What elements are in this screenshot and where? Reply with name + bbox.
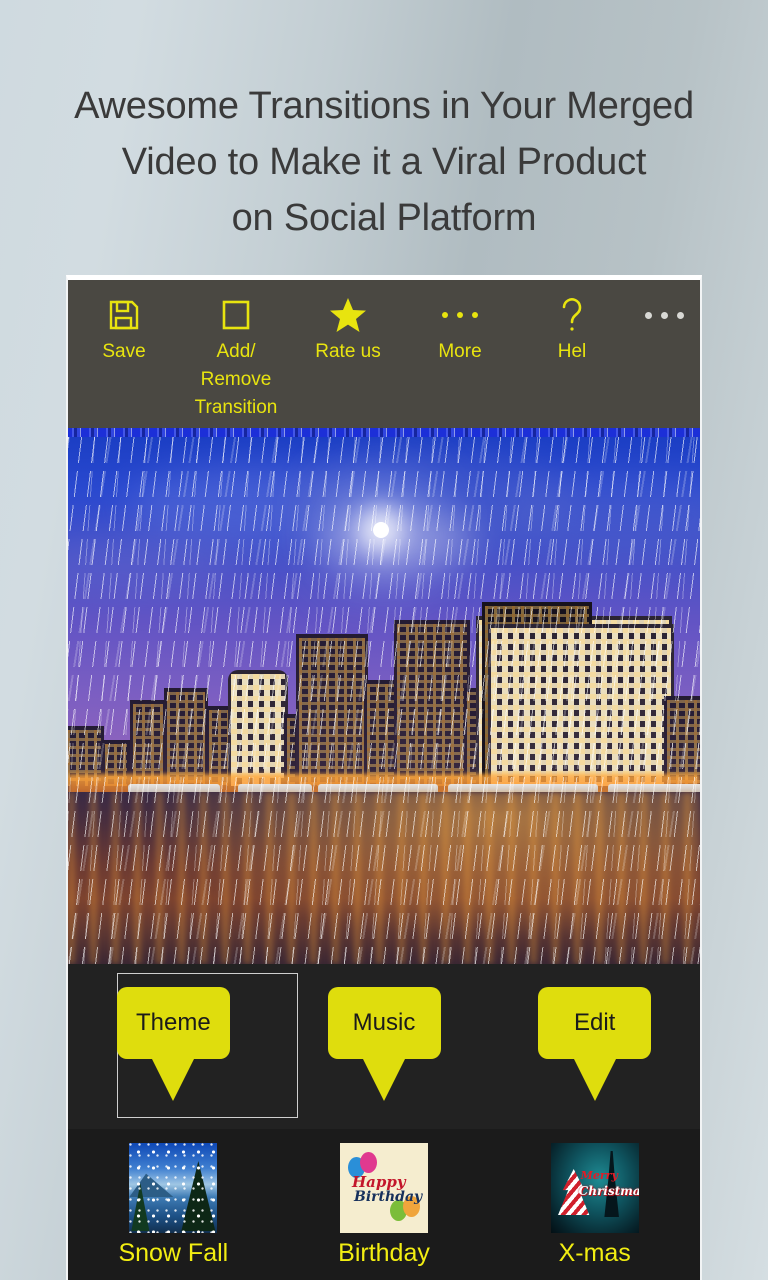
pin-tail-icon <box>572 1057 617 1101</box>
theme-list: Snow Fall Happy Birthday Birthday Merry … <box>68 1129 700 1280</box>
birthday-thumbnail: Happy Birthday <box>340 1143 428 1233</box>
action-label-edit: Edit <box>538 987 652 1059</box>
theme-label-birthday: Birthday <box>338 1239 430 1267</box>
page-title-line-1: Awesome Transitions in Your Merged <box>74 85 694 127</box>
toolbar-label-rate-us: Rate us <box>315 341 381 362</box>
toolbar-item-save[interactable]: Save <box>68 294 180 366</box>
water-reflections <box>68 792 700 964</box>
theme-item-xmas[interactable]: Merry Christmas! X-mas <box>489 1143 700 1280</box>
video-preview[interactable] <box>68 437 700 964</box>
three-dots-icon <box>442 294 478 336</box>
action-label-music: Music <box>327 987 441 1059</box>
snowflakes-overlay <box>129 1143 218 1233</box>
xmas-text-line-2: Christmas! <box>578 1184 639 1198</box>
pin-tail-icon <box>362 1057 406 1101</box>
cloud-shape <box>318 509 478 571</box>
timeline-progress-bar[interactable] <box>68 428 700 437</box>
toolbar-label-save: Save <box>102 341 146 362</box>
action-label-theme: Theme <box>116 987 230 1059</box>
birthday-text-line-2: Birthday <box>354 1189 423 1205</box>
toolbar-label-line-1: Add/ <box>216 341 256 362</box>
theme-item-birthday[interactable]: Happy Birthday Birthday <box>279 1143 490 1280</box>
toolbar-item-help[interactable]: Hel <box>516 294 628 366</box>
moon-icon <box>373 522 389 538</box>
page-title: Awesome Transitions in Your Merged Video… <box>0 78 768 246</box>
floppy-disk-icon <box>108 294 140 336</box>
toolbar-item-add-remove-transition[interactable]: Add/ Remove Transition <box>180 294 292 422</box>
toolbar: Save Add/ Remove Transition Rate us More… <box>68 280 700 428</box>
square-icon <box>220 294 252 336</box>
app-screenshot-panel: Save Add/ Remove Transition Rate us More… <box>66 275 702 1280</box>
toolbar-item-more[interactable]: More <box>404 294 516 366</box>
snow-fall-thumbnail <box>129 1143 218 1233</box>
action-bar: Theme Music Edit <box>68 964 700 1129</box>
pin-shape: Edit <box>538 987 652 1101</box>
city-skyline <box>68 602 700 792</box>
pin-shape: Music <box>327 987 441 1101</box>
theme-label-snow-fall: Snow Fall <box>118 1239 229 1267</box>
star-icon <box>329 294 367 336</box>
balloon-icon <box>360 1152 377 1173</box>
theme-item-snow-fall[interactable]: Snow Fall <box>68 1143 279 1280</box>
toolbar-label-help: Hel <box>557 341 587 362</box>
page-title-line-2: Video to Make it a Viral Product <box>121 141 647 183</box>
toolbar-label-add-remove-transition: Add/ Remove Transition <box>195 338 278 422</box>
pin-shape: Theme <box>116 987 230 1101</box>
toolbar-label-more: More <box>438 341 482 362</box>
theme-label-xmas: X-mas <box>558 1239 631 1267</box>
toolbar-overflow-menu[interactable] <box>628 294 700 336</box>
page-title-line-3: on Social Platform <box>231 197 537 239</box>
action-button-edit[interactable]: Edit <box>489 964 700 1129</box>
pin-tail-icon <box>151 1057 196 1101</box>
action-button-theme[interactable]: Theme <box>68 964 279 1129</box>
toolbar-label-line-3: Transition <box>194 397 278 418</box>
action-button-music[interactable]: Music <box>279 964 490 1129</box>
toolbar-label-line-2: Remove <box>200 369 272 390</box>
toolbar-item-rate-us[interactable]: Rate us <box>292 294 404 366</box>
overflow-menu-icon <box>644 294 684 336</box>
question-mark-icon <box>559 294 585 336</box>
xmas-text-line-1: Merry <box>580 1169 618 1182</box>
xmas-thumbnail: Merry Christmas! <box>550 1143 639 1233</box>
